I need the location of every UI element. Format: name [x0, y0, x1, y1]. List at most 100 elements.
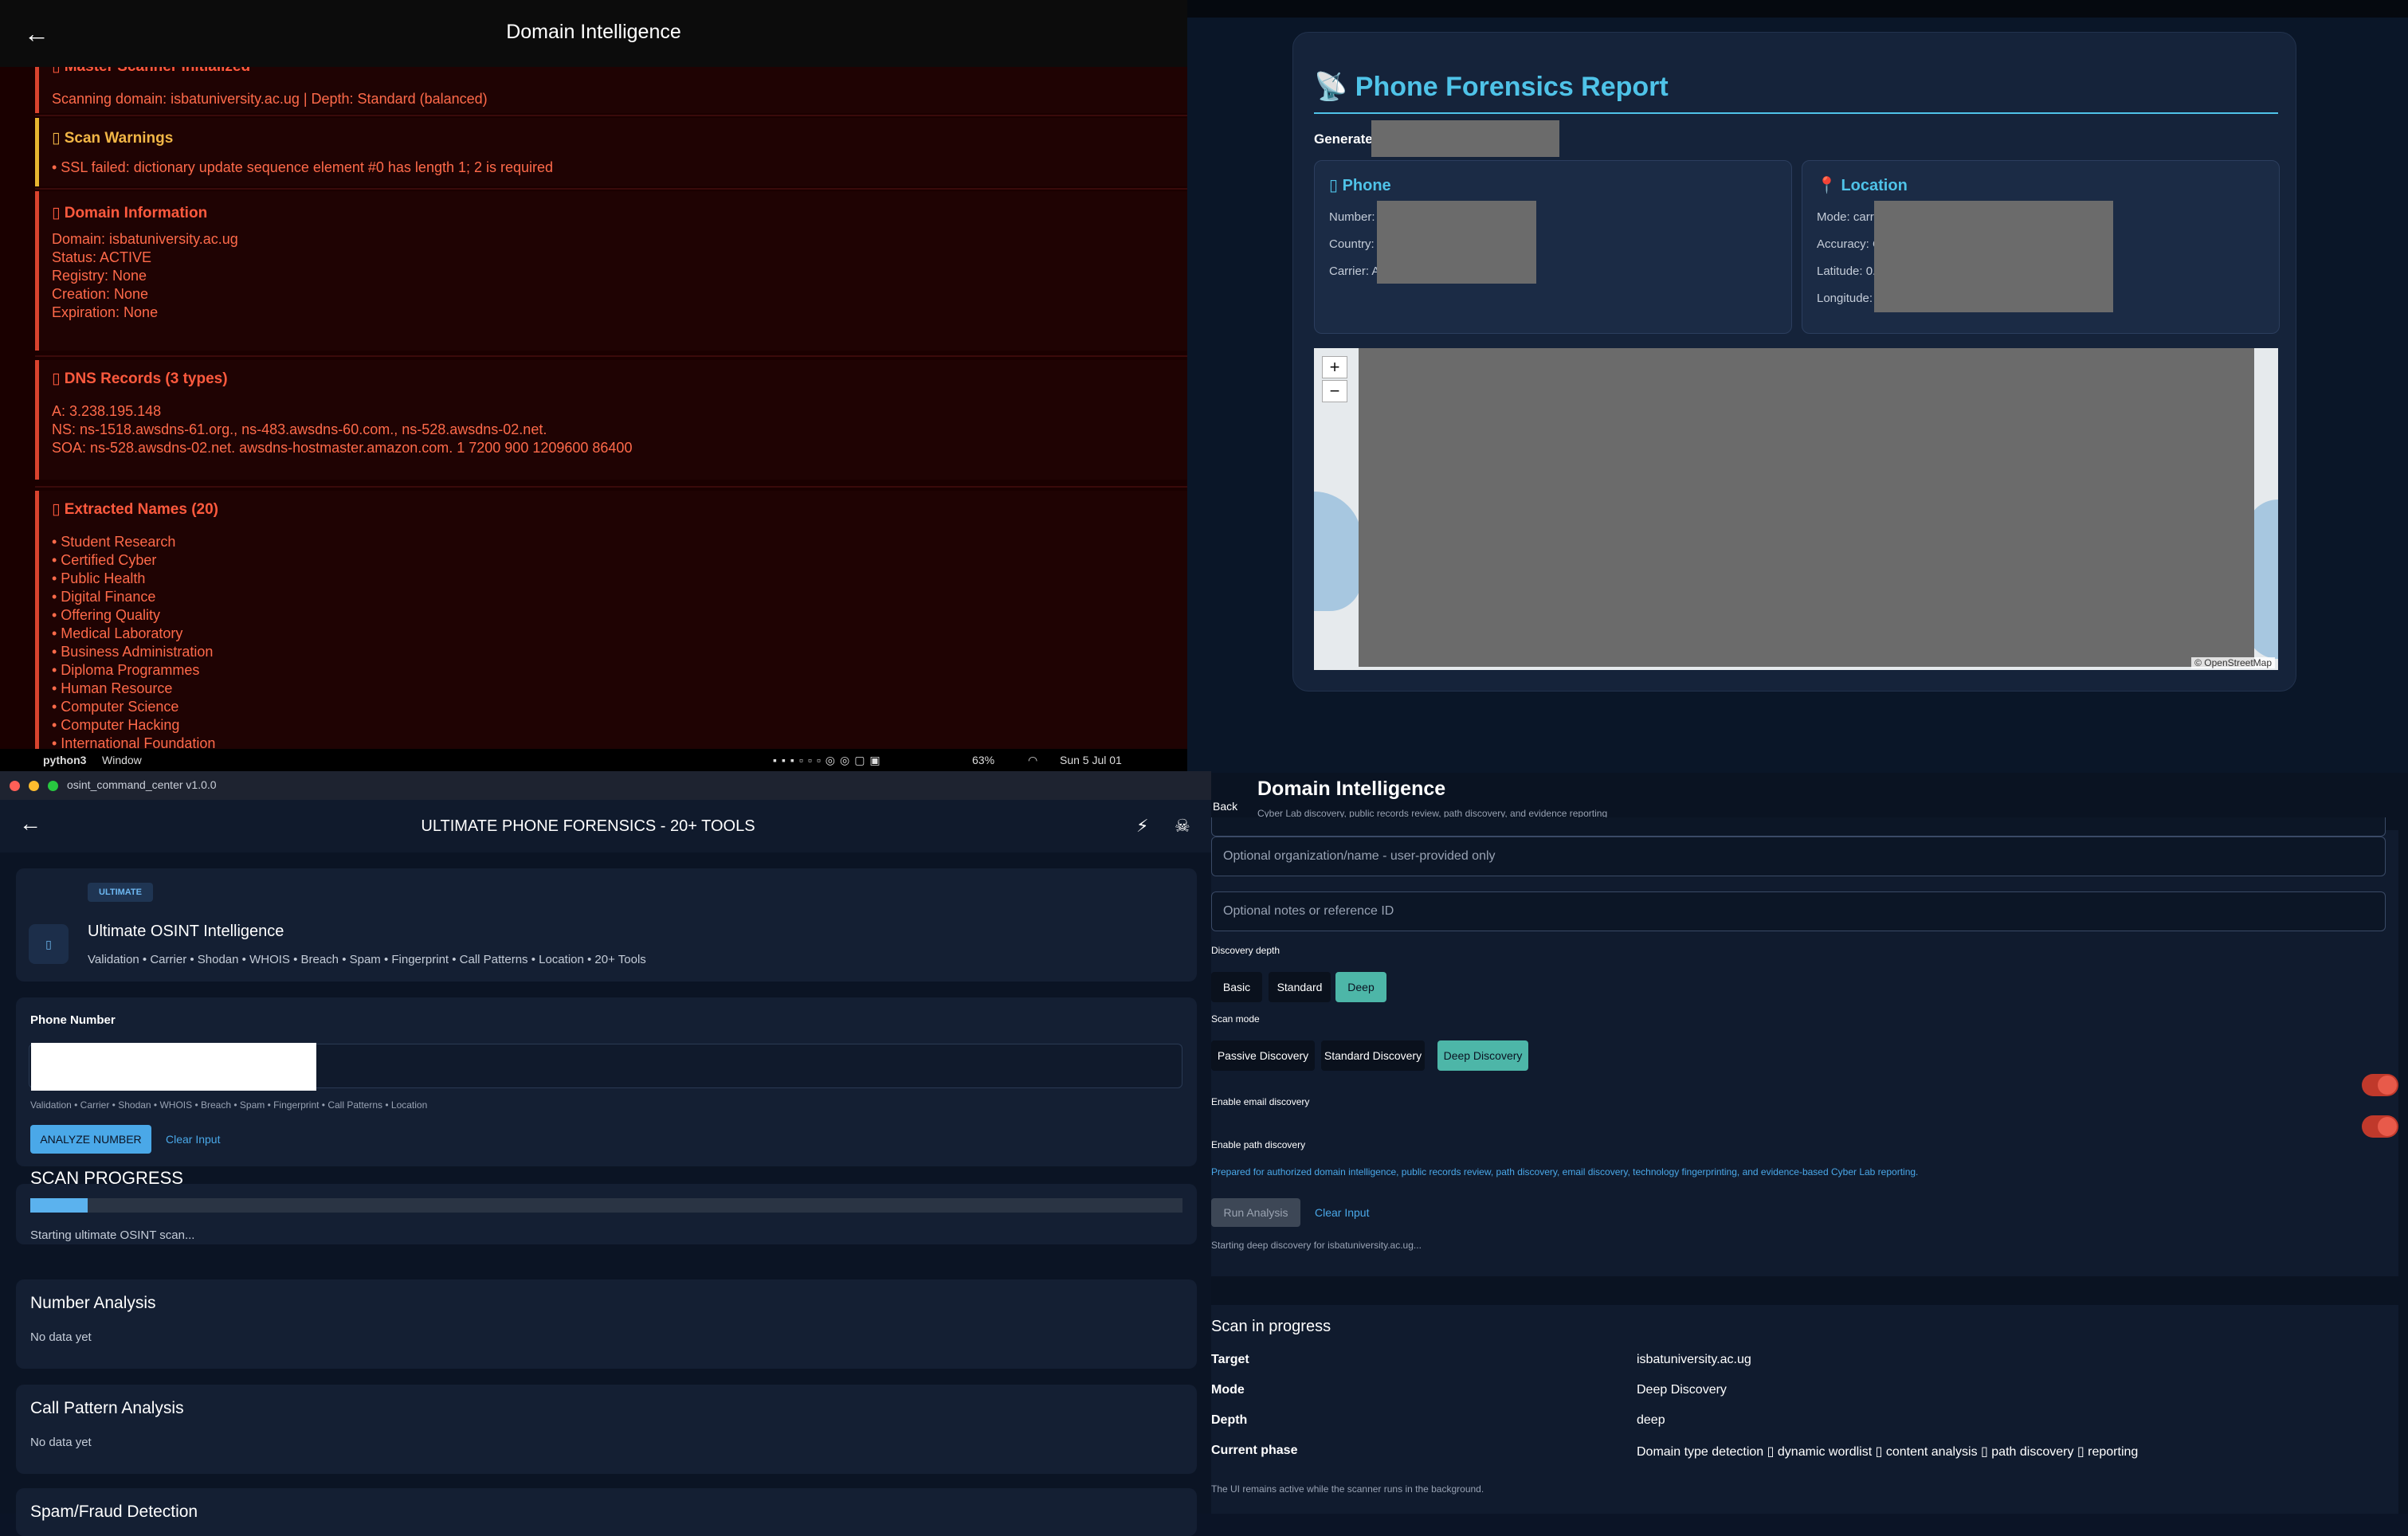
back-button[interactable]: Back	[1213, 800, 1237, 813]
phone-input-card: Phone Number Validation • Carrier • Shod…	[16, 997, 1197, 1166]
minimize-window-button[interactable]	[29, 781, 39, 791]
clear-input-link[interactable]: Clear Input	[166, 1133, 220, 1146]
card-extracted-names: ▯ Extracted Names (20) • Student Researc…	[35, 491, 1187, 755]
organization-input[interactable]: Optional organization/name - user-provid…	[1211, 837, 2386, 876]
depth-label: Discovery depth	[1211, 945, 1280, 956]
battery-percent: 63%	[972, 754, 995, 766]
page-title: Domain Intelligence	[1257, 778, 1446, 800]
scan-key-depth: Depth	[1211, 1413, 1248, 1427]
section-body: No data yet	[30, 1330, 92, 1344]
skull-icon[interactable]: ☠	[1175, 816, 1190, 837]
depth-basic-chip[interactable]: Basic	[1211, 972, 1262, 1002]
divider	[35, 486, 1187, 488]
wifi-icon[interactable]: ◠	[1028, 754, 1037, 767]
redaction-box	[31, 1043, 316, 1091]
section-body: No data yet	[30, 1436, 92, 1449]
location-row-latitude: Latitude: 0.4	[1817, 264, 1883, 278]
card-domain-information: ▯ Domain Information Domain: isbatuniver…	[35, 191, 1187, 351]
phone-row-carrier: Carrier: A	[1329, 264, 1380, 278]
card-title: ▯ Extracted Names (20)	[52, 501, 218, 518]
email-discovery-toggle[interactable]	[2362, 1074, 2398, 1096]
card-title: ▯ Domain Information	[52, 205, 208, 221]
depth-deep-chip[interactable]: Deep	[1335, 972, 1386, 1002]
map-water	[1314, 492, 1362, 611]
page-title: Domain Intelligence	[506, 21, 681, 43]
window-top-strip	[1187, 0, 2408, 18]
spam-fraud-card: Spam/Fraud Detection	[16, 1488, 1197, 1536]
email-discovery-label: Enable email discovery	[1211, 1096, 1310, 1107]
divider	[35, 188, 1187, 190]
location-box-title: 📍 Location	[1817, 177, 1908, 194]
intro-heading: Ultimate OSINT Intelligence	[88, 923, 284, 940]
window-titlebar: osint_command_center v1.0.0	[0, 771, 1211, 800]
card-body: Domain: isbatuniversity.ac.ug Status: AC…	[52, 231, 238, 320]
scan-value-target: isbatuniversity.ac.ug	[1637, 1353, 1751, 1366]
phone-box-title: ▯ Phone	[1329, 177, 1391, 194]
analyze-number-button[interactable]: ANALYZE NUMBER	[30, 1125, 151, 1154]
run-analysis-button[interactable]: Run Analysis	[1211, 1198, 1300, 1227]
path-discovery-toggle[interactable]	[2362, 1115, 2398, 1138]
app-bar: ← Domain Intelligence	[0, 0, 1187, 67]
domain-input-partial[interactable]	[1211, 817, 2386, 837]
card-title: ▯ DNS Records (3 types)	[52, 370, 228, 387]
app-bar: ← ULTIMATE PHONE FORENSICS - 20+ TOOLS ⚡…	[0, 800, 1211, 852]
scan-value-mode: Deep Discovery	[1637, 1383, 1727, 1397]
phone-number-input[interactable]	[29, 1043, 1182, 1091]
path-discovery-label: Enable path discovery	[1211, 1139, 1306, 1150]
clock: Sun 5 Jul 01	[1060, 754, 1122, 766]
progress-status: Starting ultimate OSINT scan...	[30, 1228, 195, 1242]
depth-standard-chip[interactable]: Standard	[1269, 972, 1331, 1002]
clear-input-link[interactable]: Clear Input	[1315, 1206, 1369, 1219]
input-hint: Validation • Carrier • Shodan • WHOIS • …	[30, 1099, 428, 1111]
progress-fill	[30, 1198, 88, 1213]
scan-in-progress-card: Scan in progress Target isbatuniversity.…	[1211, 1305, 2398, 1514]
satellite-icon: 📡	[1314, 72, 1355, 102]
status-icons[interactable]: ▪▪▪▫▫▫◎◎▢▣	[773, 754, 885, 767]
toggle-knob	[2378, 1076, 2397, 1095]
notes-input[interactable]: Optional notes or reference ID	[1211, 891, 2386, 931]
scan-progress-title: SCAN PROGRESS	[30, 1168, 183, 1188]
zoom-in-button[interactable]: +	[1322, 356, 1347, 378]
discovery-form: Optional organization/name - user-provid…	[1211, 817, 2398, 1276]
number-analysis-card: Number Analysis No data yet	[16, 1279, 1197, 1369]
app-logo-icon: ▯	[29, 924, 69, 964]
report-title: 📡 Phone Forensics Report	[1314, 71, 1669, 103]
map-attribution[interactable]: © OpenStreetMap	[2191, 657, 2275, 668]
card-scan-warnings: ▯ Scan Warnings • SSL failed: dictionary…	[35, 118, 1187, 186]
section-title: Number Analysis	[30, 1294, 156, 1312]
progress-track	[30, 1198, 1182, 1213]
card-dns-records: ▯ DNS Records (3 types) A: 3.238.195.148…	[35, 360, 1187, 480]
close-window-button[interactable]	[10, 781, 20, 791]
macos-menubar: python3 Window ▪▪▪▫▫▫◎◎▢▣ 63% ◠ Sun 5 Ju…	[0, 749, 1187, 771]
menubar-app-name[interactable]: python3	[43, 754, 86, 766]
section-title: Spam/Fraud Detection	[30, 1503, 198, 1521]
phone-number-label: Phone Number	[30, 1013, 116, 1027]
location-map[interactable]: + − © OpenStreetMap	[1314, 348, 2278, 670]
scan-title: Scan in progress	[1211, 1318, 1331, 1335]
intro-subheading: Validation • Carrier • Shodan • WHOIS • …	[88, 953, 646, 966]
authorization-note: Prepared for authorized domain intellige…	[1211, 1166, 1919, 1177]
bolt-icon[interactable]: ⚡	[1136, 816, 1148, 837]
card-body: • Student Research • Certified Cyber • P…	[52, 534, 216, 751]
toggle-knob	[2378, 1117, 2397, 1136]
card-title: ▯ Scan Warnings	[52, 130, 174, 147]
divider	[35, 355, 1187, 357]
location-box: 📍 Location Mode: carri Accuracy: C Latit…	[1802, 160, 2280, 334]
scan-value-depth: deep	[1637, 1413, 1665, 1427]
starting-status: Starting deep discovery for isbatunivers…	[1211, 1240, 1422, 1251]
scan-value-phase: Domain type detection ▯ dynamic wordlist…	[1637, 1445, 2139, 1459]
scan-key-target: Target	[1211, 1353, 1249, 1366]
report-title-text: Phone Forensics Report	[1355, 72, 1669, 102]
menubar-window-menu[interactable]: Window	[102, 754, 142, 766]
mode-passive-chip[interactable]: Passive Discovery	[1211, 1040, 1315, 1071]
redaction-box	[1377, 201, 1536, 284]
zoom-out-button[interactable]: −	[1322, 380, 1347, 402]
mode-standard-chip[interactable]: Standard Discovery	[1321, 1040, 1425, 1071]
location-row-mode: Mode: carri	[1817, 210, 1877, 224]
zoom-window-button[interactable]	[48, 781, 58, 791]
scan-progress-card: Starting ultimate OSINT scan...	[16, 1184, 1197, 1244]
organization-placeholder: Optional organization/name - user-provid…	[1223, 849, 1496, 863]
mode-deep-chip[interactable]: Deep Discovery	[1437, 1040, 1528, 1071]
phone-forensics-report-window: 📡 Phone Forensics Report Generated: 2 ▯ …	[1187, 0, 2408, 773]
card-body: Scanning domain: isbatuniversity.ac.ug |…	[52, 91, 488, 107]
